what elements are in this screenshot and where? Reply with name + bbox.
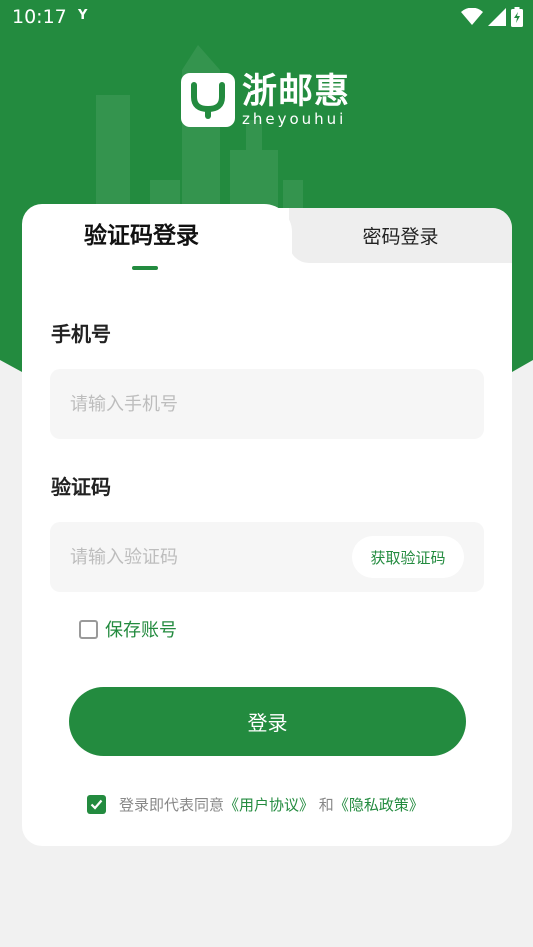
tab-password-login[interactable]: 密码登录 <box>289 208 512 263</box>
agreement-checkbox[interactable] <box>87 795 106 814</box>
brand-name: 浙邮惠 <box>242 72 351 112</box>
tab-label: 验证码登录 <box>84 223 199 249</box>
brand-name-latin: zheyouhui <box>242 110 347 128</box>
code-input[interactable] <box>70 522 330 592</box>
privacy-policy-link[interactable]: 《隐私政策》 <box>334 794 424 815</box>
status-bar: 10:17 Y <box>0 0 533 36</box>
agreement-row: 登录即代表同意 《用户协议》 和 《隐私政策》 <box>87 794 424 815</box>
notification-icon: Y <box>78 8 88 23</box>
code-field: 获取验证码 <box>50 522 484 592</box>
battery-icon <box>511 7 523 27</box>
login-card: 密码登录 验证码登录 手机号 验证码 获取验证码 保存账号 登录 登录即代表同意… <box>22 204 512 846</box>
remember-label: 保存账号 <box>105 620 177 641</box>
login-button[interactable]: 登录 <box>69 687 466 756</box>
remember-account[interactable]: 保存账号 <box>79 616 177 642</box>
logo-icon <box>181 73 235 127</box>
agreement-and-text: 和 <box>314 796 334 814</box>
code-label: 验证码 <box>51 475 111 499</box>
app-logo: 浙邮惠 zheyouhui <box>181 73 350 127</box>
get-code-button[interactable]: 获取验证码 <box>352 536 464 578</box>
tab-label: 密码登录 <box>362 226 439 248</box>
agreement-text: 登录即代表同意 <box>119 796 225 814</box>
tab-code-login[interactable]: 验证码登录 <box>22 204 292 272</box>
signal-icon <box>488 8 506 26</box>
active-tab-indicator <box>132 266 158 270</box>
phone-field <box>50 369 484 439</box>
wifi-icon <box>461 8 483 25</box>
phone-input[interactable] <box>70 369 330 439</box>
check-icon <box>90 799 103 810</box>
status-time: 10:17 <box>12 6 67 28</box>
remember-checkbox[interactable] <box>79 619 98 639</box>
user-agreement-link[interactable]: 《用户协议》 <box>224 794 314 815</box>
status-icons <box>461 7 523 27</box>
phone-label: 手机号 <box>51 322 111 346</box>
